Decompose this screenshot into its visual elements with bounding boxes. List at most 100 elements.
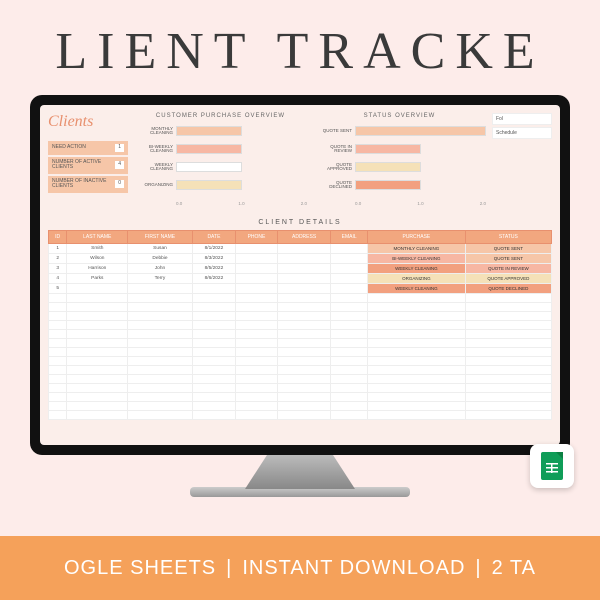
table-cell[interactable]: [67, 384, 128, 393]
column-header[interactable]: PURCHASE: [368, 231, 466, 244]
table-cell[interactable]: [331, 312, 368, 321]
table-cell[interactable]: [368, 393, 466, 402]
table-cell[interactable]: [465, 393, 551, 402]
table-cell[interactable]: [192, 303, 235, 312]
table-cell[interactable]: [236, 375, 278, 384]
table-cell[interactable]: [277, 312, 330, 321]
table-cell[interactable]: [128, 375, 193, 384]
table-cell[interactable]: [49, 330, 67, 339]
table-cell[interactable]: [277, 284, 330, 294]
table-cell[interactable]: [331, 303, 368, 312]
table-cell[interactable]: [67, 348, 128, 357]
column-header[interactable]: ID: [49, 231, 67, 244]
table-cell[interactable]: [49, 348, 67, 357]
table-row[interactable]: [49, 357, 552, 366]
table-row[interactable]: [49, 411, 552, 420]
table-cell[interactable]: [236, 254, 278, 264]
table-cell[interactable]: [277, 375, 330, 384]
table-cell[interactable]: [49, 339, 67, 348]
table-cell[interactable]: Susan: [128, 244, 193, 254]
table-cell[interactable]: [277, 411, 330, 420]
table-cell[interactable]: [192, 402, 235, 411]
table-cell[interactable]: [236, 393, 278, 402]
table-row[interactable]: [49, 321, 552, 330]
status-cell[interactable]: QUOTE IN REVIEW: [465, 264, 551, 274]
table-cell[interactable]: Parks: [67, 274, 128, 284]
column-header[interactable]: FIRST NAME: [128, 231, 193, 244]
table-cell[interactable]: Wilson: [67, 254, 128, 264]
table-cell[interactable]: [128, 393, 193, 402]
table-cell[interactable]: [236, 294, 278, 303]
table-cell[interactable]: [67, 339, 128, 348]
table-cell[interactable]: [67, 321, 128, 330]
table-row[interactable]: 2WilsonDebbie8/3/2022BI-WEEKLY CLEANINGQ…: [49, 254, 552, 264]
table-row[interactable]: [49, 312, 552, 321]
table-cell[interactable]: [465, 402, 551, 411]
table-cell[interactable]: [331, 264, 368, 274]
table-cell[interactable]: [49, 384, 67, 393]
table-cell[interactable]: [128, 384, 193, 393]
table-cell[interactable]: [67, 375, 128, 384]
table-cell[interactable]: [368, 294, 466, 303]
table-cell[interactable]: [128, 284, 193, 294]
table-cell[interactable]: [192, 375, 235, 384]
table-row[interactable]: [49, 303, 552, 312]
table-cell[interactable]: [277, 357, 330, 366]
table-cell[interactable]: [236, 264, 278, 274]
table-cell[interactable]: [465, 303, 551, 312]
purchase-cell[interactable]: MONTHLY CLEANING: [368, 244, 466, 254]
table-row[interactable]: [49, 294, 552, 303]
table-row[interactable]: 1SmithSusan8/1/2022MONTHLY CLEANINGQUOTE…: [49, 244, 552, 254]
table-cell[interactable]: [49, 393, 67, 402]
table-cell[interactable]: Terry: [128, 274, 193, 284]
table-cell[interactable]: [192, 357, 235, 366]
table-cell[interactable]: [368, 384, 466, 393]
table-cell[interactable]: [331, 411, 368, 420]
table-cell[interactable]: [465, 366, 551, 375]
table-cell[interactable]: [277, 384, 330, 393]
table-cell[interactable]: [128, 411, 193, 420]
table-cell[interactable]: [49, 411, 67, 420]
table-cell[interactable]: [368, 357, 466, 366]
table-cell[interactable]: [49, 303, 67, 312]
table-cell[interactable]: [277, 254, 330, 264]
table-cell[interactable]: [67, 312, 128, 321]
purchase-cell[interactable]: WEEKLY CLEANING: [368, 284, 466, 294]
table-cell[interactable]: [236, 284, 278, 294]
table-cell[interactable]: [192, 411, 235, 420]
table-cell[interactable]: [236, 384, 278, 393]
table-cell[interactable]: [236, 339, 278, 348]
column-header[interactable]: EMAIL: [331, 231, 368, 244]
table-cell[interactable]: [465, 384, 551, 393]
table-cell[interactable]: [331, 254, 368, 264]
table-cell[interactable]: [331, 244, 368, 254]
table-cell[interactable]: [192, 339, 235, 348]
table-cell[interactable]: [192, 312, 235, 321]
table-cell[interactable]: [277, 366, 330, 375]
table-cell[interactable]: [465, 411, 551, 420]
table-cell[interactable]: [368, 330, 466, 339]
table-cell[interactable]: [67, 393, 128, 402]
table-cell[interactable]: [128, 402, 193, 411]
table-row[interactable]: [49, 384, 552, 393]
table-cell[interactable]: [128, 303, 193, 312]
table-cell[interactable]: [331, 321, 368, 330]
table-row[interactable]: [49, 393, 552, 402]
table-cell[interactable]: [67, 303, 128, 312]
table-cell[interactable]: [67, 402, 128, 411]
table-cell[interactable]: [192, 294, 235, 303]
table-cell[interactable]: [128, 366, 193, 375]
table-cell[interactable]: [67, 330, 128, 339]
column-header[interactable]: DATE: [192, 231, 235, 244]
table-cell[interactable]: 8/1/2022: [192, 244, 235, 254]
table-cell[interactable]: [277, 348, 330, 357]
table-cell[interactable]: [368, 375, 466, 384]
status-cell[interactable]: QUOTE APPROVED: [465, 274, 551, 284]
table-cell[interactable]: [67, 357, 128, 366]
table-cell[interactable]: [192, 321, 235, 330]
table-cell[interactable]: Harrison: [67, 264, 128, 274]
table-cell[interactable]: [277, 339, 330, 348]
table-row[interactable]: [49, 375, 552, 384]
table-cell[interactable]: [236, 274, 278, 284]
table-cell[interactable]: [331, 330, 368, 339]
